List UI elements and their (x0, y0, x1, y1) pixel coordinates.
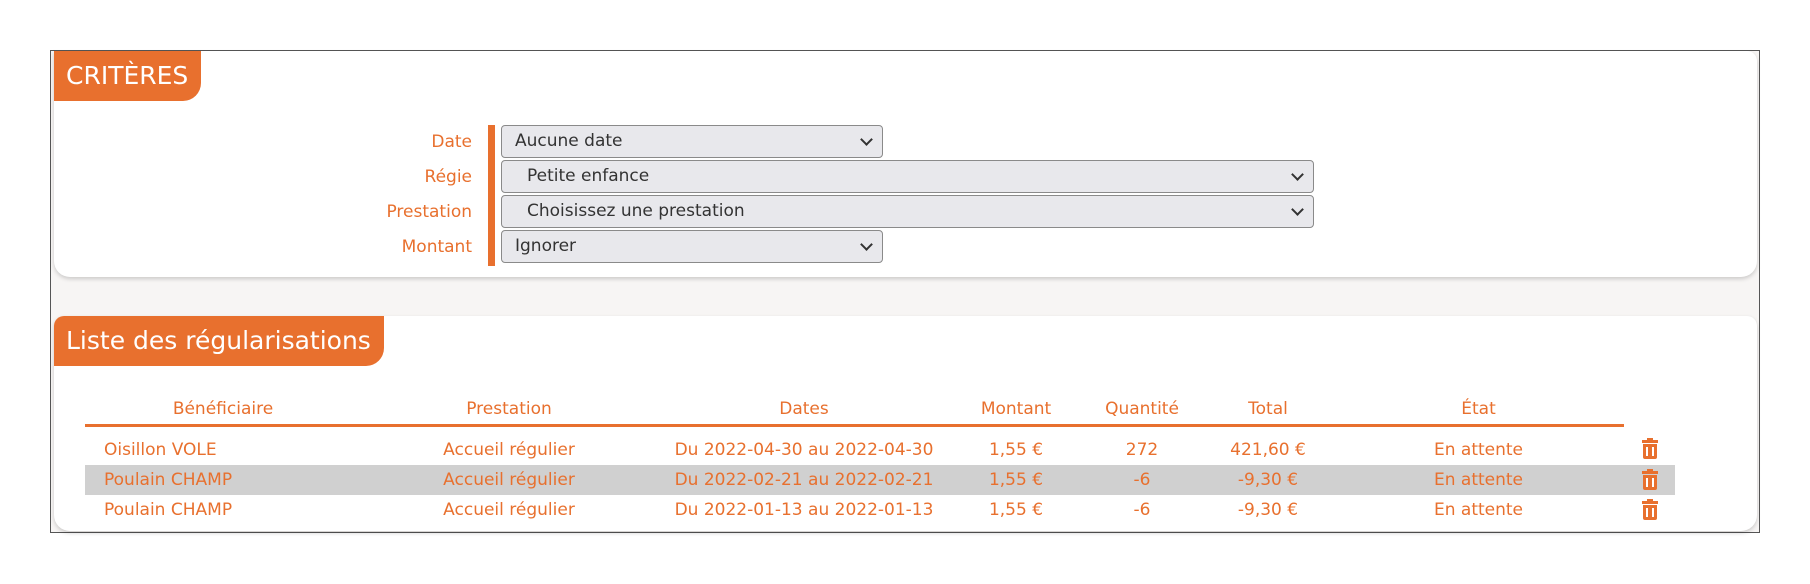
montant-select-value: Ignorer (515, 236, 577, 256)
cell-etat: En attente (1433, 500, 1524, 520)
column-header-actions (1624, 394, 1675, 426)
cell-beneficiaire: Oisillon VOLE (104, 440, 217, 460)
column-header-prestation[interactable]: Prestation (361, 394, 657, 427)
column-header-dates[interactable]: Dates (657, 394, 951, 427)
chevron-down-icon (860, 238, 873, 251)
table-row[interactable]: Poulain CHAMP Accueil régulier Du 2022-0… (85, 465, 1675, 495)
cell-total: -9,30 € (1237, 500, 1299, 520)
chevron-down-icon (860, 133, 873, 146)
date-label: Date (431, 132, 472, 152)
date-select[interactable]: Aucune date (501, 125, 883, 158)
criteria-panel: CRITÈRES Date Régie Prestation Montant A… (54, 51, 1757, 277)
cell-actions (1624, 495, 1675, 525)
table-header-row: Bénéficiaire Prestation Dates Montant Qu… (85, 394, 1675, 427)
criteria-title: CRITÈRES (54, 51, 202, 101)
cell-montant: 1,55 € (951, 465, 1081, 495)
column-header-total[interactable]: Total (1203, 394, 1333, 427)
trash-icon[interactable] (1641, 438, 1658, 460)
cell-dates: Du 2022-04-30 au 2022-04-30 (674, 440, 934, 460)
cell-prestation: Accueil régulier (361, 465, 657, 495)
prestation-select[interactable]: Choisissez une prestation (501, 195, 1314, 228)
cell-beneficiaire: Poulain CHAMP (85, 465, 361, 495)
regie-select[interactable]: Petite enfance (501, 160, 1314, 193)
criteria-accent-bar (488, 125, 495, 266)
cell-actions (1624, 426, 1675, 466)
cell-actions (1624, 465, 1675, 495)
date-select-value: Aucune date (515, 131, 623, 151)
cell-etat: En attente (1433, 440, 1524, 460)
cell-dates: Du 2022-01-13 au 2022-01-13 (674, 500, 934, 520)
cell-quantite: -6 (1133, 500, 1151, 520)
regularisations-table: Bénéficiaire Prestation Dates Montant Qu… (85, 394, 1675, 525)
montant-select[interactable]: Ignorer (501, 230, 883, 263)
column-header-quantite[interactable]: Quantité (1081, 394, 1203, 427)
column-header-etat[interactable]: État (1333, 394, 1624, 427)
criteria-fields: Aucune date Petite enfance Choisissez un… (501, 125, 1314, 265)
trash-icon[interactable] (1641, 499, 1658, 520)
regie-select-value: Petite enfance (527, 166, 650, 186)
prestation-select-value: Choisissez une prestation (527, 201, 745, 221)
regularisations-title: Liste des régularisations (54, 316, 384, 366)
cell-prestation: Accueil régulier (443, 500, 575, 520)
column-header-montant[interactable]: Montant (951, 394, 1081, 427)
cell-etat: En attente (1333, 465, 1624, 495)
main-frame: CRITÈRES Date Régie Prestation Montant A… (50, 50, 1760, 533)
cell-beneficiaire: Poulain CHAMP (104, 500, 233, 520)
cell-total: 421,60 € (1230, 440, 1306, 460)
trash-icon[interactable] (1641, 469, 1658, 490)
table-row[interactable]: Oisillon VOLE Accueil régulier Du 2022-0… (85, 426, 1675, 466)
montant-label: Montant (401, 237, 472, 257)
regie-label: Régie (424, 167, 472, 187)
table-row[interactable]: Poulain CHAMP Accueil régulier Du 2022-0… (85, 495, 1675, 525)
cell-total: -9,30 € (1203, 465, 1333, 495)
column-header-beneficiaire[interactable]: Bénéficiaire (85, 394, 361, 427)
cell-montant: 1,55 € (988, 500, 1044, 520)
cell-quantite: 272 (1125, 440, 1159, 460)
criteria-labels: Date Régie Prestation Montant (54, 125, 472, 265)
cell-quantite: -6 (1081, 465, 1203, 495)
cell-montant: 1,55 € (988, 440, 1044, 460)
cell-dates: Du 2022-02-21 au 2022-02-21 (657, 465, 951, 495)
regularisations-panel: Liste des régularisations Bénéficiaire P… (54, 316, 1757, 531)
chevron-down-icon (1291, 168, 1304, 181)
cell-prestation: Accueil régulier (443, 440, 575, 460)
prestation-label: Prestation (386, 202, 472, 222)
chevron-down-icon (1291, 203, 1304, 216)
